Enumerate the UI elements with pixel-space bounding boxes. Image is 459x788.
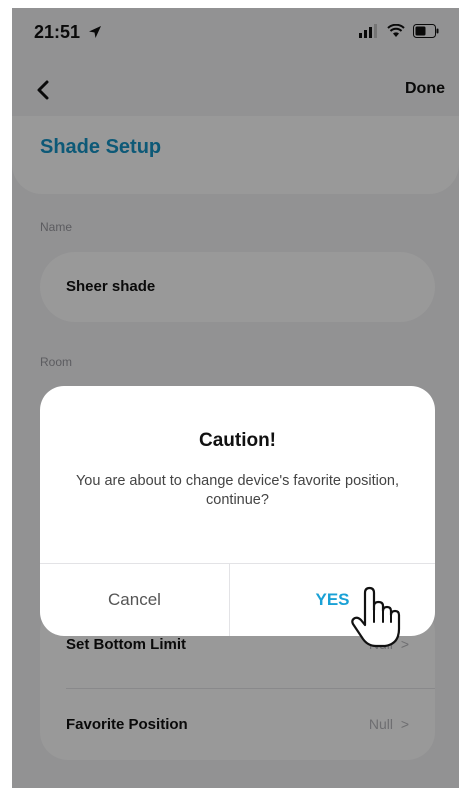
cancel-button[interactable]: Cancel bbox=[40, 563, 229, 636]
dialog-title: Caution! bbox=[198, 430, 277, 451]
yes-button[interactable]: YES bbox=[230, 563, 435, 636]
app-screen: 21:51 Done Shade Setup Name Sheer shade … bbox=[12, 8, 459, 788]
hand-pointer-icon bbox=[351, 586, 401, 648]
dialog-message: You are about to change device's favorit… bbox=[75, 473, 400, 508]
